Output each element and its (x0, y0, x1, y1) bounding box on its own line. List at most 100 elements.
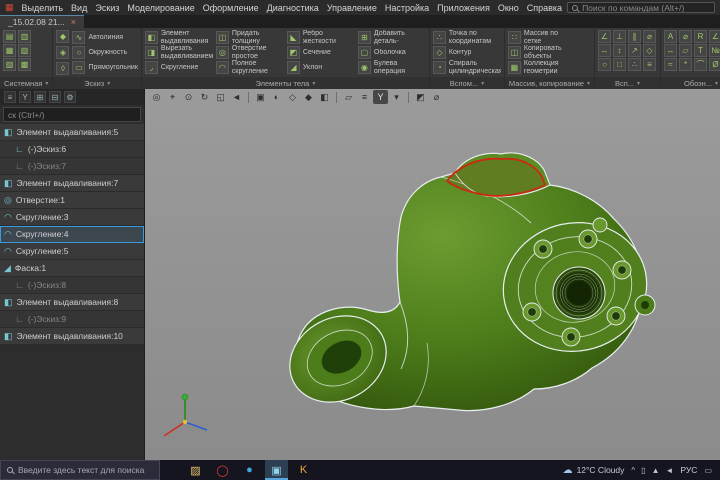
menu-item-7[interactable]: Настройка (381, 2, 433, 14)
pan-icon[interactable]: ⌖ (165, 90, 180, 104)
ribbon-button[interactable]: ◎Отверстие простое (216, 45, 284, 60)
chevron-up-icon[interactable]: ^ (631, 466, 635, 475)
orbit-icon[interactable]: ↻ (197, 90, 212, 104)
ribbon-icon-button[interactable]: ▤ (3, 30, 16, 43)
menu-item-6[interactable]: Управление (323, 2, 381, 14)
ribbon-button[interactable]: ▢Оболочка (358, 45, 426, 60)
ribbon-icon-button[interactable]: □ (613, 58, 626, 71)
menu-item-4[interactable]: Оформление (199, 2, 263, 14)
visual-style-icon[interactable]: ◐ (269, 90, 284, 104)
filter-icon[interactable]: Y (19, 91, 31, 103)
ribbon-button[interactable]: ◢Уклон (287, 60, 355, 75)
ribbon-group-label[interactable]: Массив, копирование▾ (505, 77, 594, 89)
volume-icon[interactable]: ◄ (665, 466, 673, 475)
previous-view-icon[interactable]: ◄ (229, 90, 244, 104)
ribbon-button[interactable]: ◣Ребро жесткости (287, 30, 355, 45)
menu-item-2[interactable]: Эскиз (91, 2, 123, 14)
ribbon-icon-button[interactable]: ≈ (664, 58, 677, 71)
ribbon-icon-button[interactable]: ↗ (628, 44, 641, 57)
ribbon-button[interactable]: ▭Прямоугольник (72, 60, 137, 75)
full-navigation-icon[interactable]: ◎ (149, 90, 164, 104)
ribbon-icon-button[interactable]: ▨ (3, 58, 16, 71)
part-model[interactable] (275, 153, 659, 419)
list-view-icon[interactable]: ≡ (4, 91, 16, 103)
file-explorer-icon[interactable]: ▨ (184, 460, 207, 480)
history-item[interactable]: ◧Элемент выдавливания:7 (0, 175, 144, 192)
ribbon-button[interactable]: ◩Сечение (287, 45, 355, 60)
ribbon-button[interactable]: ▦Коллекция геометрии (508, 60, 576, 75)
app-logo-icon[interactable]: ▦ (5, 2, 14, 13)
ribbon-button[interactable]: ∿Автолиния (72, 30, 137, 45)
menu-item-3[interactable]: Моделирование (123, 2, 198, 14)
ribbon-group-label[interactable]: Элементы тела▾ (142, 77, 429, 89)
ribbon-icon-button[interactable]: ⊥ (613, 30, 626, 43)
ribbon-icon-button[interactable]: ↔ (664, 44, 677, 57)
sketch-plane-icon[interactable]: ▱ (341, 90, 356, 104)
ribbon-icon-button[interactable]: ∠ (598, 30, 611, 43)
menu-item-0[interactable]: Выделить (18, 2, 68, 14)
ribbon-group-label[interactable]: Системная▾ (0, 77, 52, 89)
history-item[interactable]: ◢Фаска:1 (0, 260, 144, 277)
ribbon-icon-button[interactable]: ⌀ (643, 30, 656, 43)
ribbon-button[interactable]: ◇Контур (433, 45, 501, 60)
history-item[interactable]: ◧Элемент выдавливания:10 (0, 328, 144, 345)
ribbon-icon-button[interactable]: ≡ (643, 58, 656, 71)
history-item[interactable]: ◠Скругление:4 (0, 226, 144, 243)
shadow-icon[interactable]: ◧ (317, 90, 332, 104)
history-item[interactable]: ◎Отверстие:1 (0, 192, 144, 209)
document-tab[interactable]: _15.02.08 21... × (0, 15, 84, 28)
ribbon-icon-button[interactable]: T (694, 44, 707, 57)
ribbon-icon-button[interactable]: A (664, 30, 677, 43)
ribbon-icon-button[interactable]: ⌒ (694, 58, 707, 71)
opera-browser-icon[interactable]: ◯ (211, 460, 234, 480)
history-item[interactable]: ◠Скругление:3 (0, 209, 144, 226)
history-search-input[interactable]: ск (Ctrl+/) (3, 107, 141, 122)
ribbon-group-label[interactable]: Вспом...▾ (430, 77, 504, 89)
3d-scene[interactable] (145, 89, 720, 460)
ribbon-icon-button[interactable]: ◈ (56, 46, 69, 59)
collapse-all-icon[interactable]: ⊟ (49, 91, 61, 103)
ribbon-icon-button[interactable]: ◇ (643, 44, 656, 57)
ribbon-icon-button[interactable]: ↔ (598, 44, 611, 57)
ribbon-group-label[interactable]: Обозн...▾ (661, 77, 720, 89)
ribbon-icon-button[interactable]: ○ (598, 58, 611, 71)
viewport-3d[interactable]: ◎⌖⊙↻◱◄▣◐◇◆◧▱≡Y▾◩⌀ (145, 89, 720, 460)
ribbon-icon-button[interactable]: ▥ (18, 30, 31, 43)
wireframe-icon[interactable]: ◇ (285, 90, 300, 104)
ribbon-group-label[interactable]: Эскиз▾ (53, 77, 140, 89)
history-item[interactable]: ∟(-)Эскиз:6 (0, 141, 144, 158)
ribbon-button[interactable]: ◨Вырезать выдавливанием (145, 45, 213, 60)
notifications-icon[interactable]: ▭ (704, 466, 712, 475)
ribbon-icon-button[interactable]: R (694, 30, 707, 43)
ribbon-icon-button[interactable]: ↕ (613, 44, 626, 57)
filter-dropdown-icon[interactable]: ▾ (389, 90, 404, 104)
network-icon[interactable]: ▲ (652, 466, 660, 475)
menu-item-1[interactable]: Вид (67, 2, 91, 14)
measure-icon[interactable]: ⌀ (429, 90, 444, 104)
menu-item-8[interactable]: Приложения (433, 2, 494, 14)
settings-icon[interactable]: ⚙ (64, 91, 76, 103)
ribbon-icon-button[interactable]: ▩ (18, 58, 31, 71)
shaded-view-icon[interactable]: ◆ (301, 90, 316, 104)
ribbon-icon-button[interactable]: Ø (709, 58, 720, 71)
menu-item-10[interactable]: Справка (523, 2, 566, 14)
kompas-icon[interactable]: K (292, 460, 315, 480)
section-icon[interactable]: ◩ (413, 90, 428, 104)
ribbon-icon-button[interactable]: ◊ (56, 62, 69, 75)
ribbon-button[interactable]: ◧Элемент выдавливания (145, 30, 213, 45)
command-search[interactable]: Поиск по командам (Alt+/) (567, 2, 715, 13)
menu-item-5[interactable]: Диагностика (263, 2, 323, 14)
taskbar-search-input[interactable]: Введите здесь текст для поиска (0, 460, 160, 480)
history-item[interactable]: ◧Элемент выдавливания:8 (0, 294, 144, 311)
ribbon-icon-button[interactable]: ⌀ (679, 30, 692, 43)
dependencies-icon[interactable]: ≡ (357, 90, 372, 104)
expand-all-icon[interactable]: ⊞ (34, 91, 46, 103)
ribbon-icon-button[interactable]: * (679, 58, 692, 71)
ribbon-icon-button[interactable]: ▱ (679, 44, 692, 57)
battery-icon[interactable]: ▯ (641, 466, 645, 475)
ribbon-group-label[interactable]: Всп...▾ (595, 77, 660, 89)
ribbon-icon-button[interactable]: ◆ (56, 30, 69, 43)
history-item[interactable]: ∟(-)Эскиз:8 (0, 277, 144, 294)
ribbon-icon-button[interactable]: ∴ (628, 58, 641, 71)
ribbon-button[interactable]: ⊞Добавить деталь-заготов... (358, 30, 426, 45)
